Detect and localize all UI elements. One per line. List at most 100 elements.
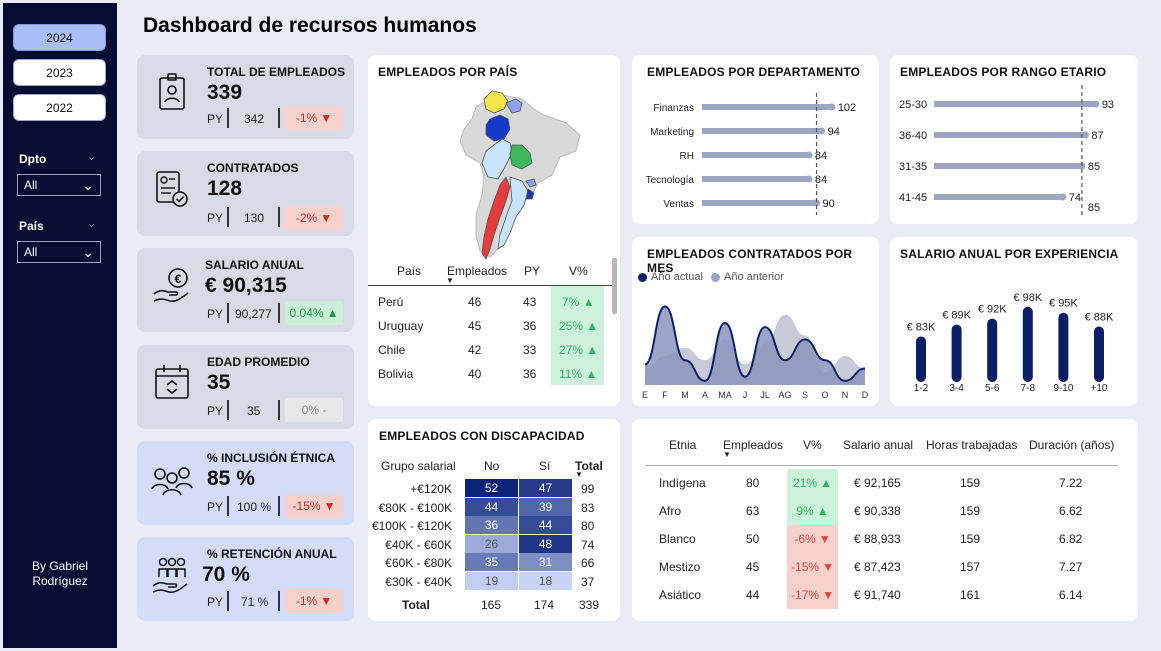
bar[interactable] bbox=[951, 324, 962, 382]
chevron-down-icon: ⌄ bbox=[82, 176, 94, 193]
bar[interactable] bbox=[702, 152, 809, 158]
bar[interactable] bbox=[1022, 306, 1033, 382]
table-row[interactable]: Asiático 44 -17% ▼ € 91,740 161 6.14 bbox=[632, 581, 1132, 609]
bar[interactable] bbox=[934, 194, 1063, 200]
column-header[interactable]: Sí bbox=[539, 459, 550, 473]
table-cell: 159 bbox=[960, 476, 981, 490]
data-label: 87 bbox=[1091, 130, 1103, 142]
data-label: 102 bbox=[838, 102, 856, 114]
kpi-total-employees: TOTAL DE EMPLEADOS 339 PY 342 -1% ▼ bbox=[137, 55, 354, 139]
column-header[interactable]: Grupo salarial bbox=[381, 459, 456, 473]
table-row[interactable]: €30K - €40K 19 18 37 bbox=[368, 571, 612, 590]
heat-cell: 31 bbox=[519, 553, 572, 571]
chevron-down-icon[interactable]: ⌄ bbox=[87, 150, 96, 163]
bar[interactable] bbox=[1094, 326, 1104, 382]
table-row[interactable]: €40K - €60K 26 48 74 bbox=[368, 534, 612, 553]
column-header[interactable]: Duración (años) bbox=[1029, 438, 1114, 452]
table-row[interactable]: Uruguay 45 36 25% ▲ bbox=[368, 313, 612, 335]
tick-label: O bbox=[821, 390, 828, 400]
table-cell: Blanco bbox=[659, 532, 696, 546]
country-select[interactable]: All ⌄ bbox=[17, 241, 101, 263]
dept-select[interactable]: All ⌄ bbox=[17, 174, 101, 196]
column-header[interactable]: V% bbox=[803, 438, 822, 452]
table-cell: 37 bbox=[581, 574, 595, 589]
kpi-value: 85 % bbox=[207, 467, 255, 490]
table-row[interactable]: Mestizo 45 -15% ▼ € 87,423 157 7.27 bbox=[632, 553, 1132, 581]
bar[interactable] bbox=[702, 128, 822, 134]
table-cell: 159 bbox=[960, 532, 981, 546]
sort-desc-icon[interactable]: ▼ bbox=[446, 276, 454, 285]
kpi-py-value: 130 bbox=[244, 211, 265, 225]
column-header[interactable]: PY bbox=[524, 264, 540, 278]
table-row[interactable]: Afro 63 9% ▲ € 90,338 159 6.62 bbox=[632, 497, 1132, 525]
table-row[interactable]: Perú 46 43 7% ▲ bbox=[368, 289, 612, 311]
delta-value: -6% bbox=[794, 532, 816, 546]
year-button-2024[interactable]: 2024 bbox=[13, 24, 106, 51]
kpi-py-label: PY bbox=[207, 211, 224, 225]
table-row[interactable]: Blanco 50 -6% ▼ € 88,933 159 6.82 bbox=[632, 525, 1132, 553]
bar[interactable] bbox=[702, 104, 832, 110]
data-label: € 95K bbox=[1049, 298, 1078, 310]
scrollbar[interactable] bbox=[612, 258, 617, 314]
arrow-up-icon: ▲ bbox=[585, 367, 598, 381]
total-value: 174 bbox=[534, 598, 555, 612]
bar[interactable] bbox=[1058, 312, 1069, 382]
column-header[interactable]: No bbox=[484, 459, 499, 473]
bar[interactable] bbox=[916, 336, 926, 382]
table-cell: 42 bbox=[468, 343, 482, 357]
year-button-2023[interactable]: 2023 bbox=[13, 59, 106, 86]
hand-euro-icon: € bbox=[153, 268, 189, 303]
tick-label: 5-6 bbox=[985, 383, 1000, 394]
tick-label: J bbox=[743, 390, 748, 400]
table-cell: 83 bbox=[581, 500, 595, 515]
bar[interactable] bbox=[702, 176, 809, 182]
kpi-value: 35 bbox=[207, 371, 231, 394]
delta-value: 25% bbox=[559, 319, 584, 333]
table-cell: € 91,740 bbox=[854, 588, 901, 602]
table-row[interactable]: €80K - €100K 44 39 83 bbox=[368, 497, 612, 516]
bar[interactable] bbox=[934, 132, 1086, 138]
table-cell: €40K - €60K bbox=[385, 537, 452, 552]
delta-value: 27% bbox=[559, 343, 584, 357]
sort-desc-icon[interactable]: ▼ bbox=[723, 450, 731, 459]
kpi-title: % RETENCIÓN ANUAL bbox=[207, 547, 337, 561]
year-button-2022[interactable]: 2022 bbox=[13, 94, 106, 121]
table-row[interactable]: Indígena 80 21% ▲ € 92,165 159 7.22 bbox=[632, 469, 1132, 497]
document-check-icon bbox=[156, 171, 188, 207]
table-cell: €60K - €80K bbox=[385, 556, 452, 570]
table-cell: 40 bbox=[468, 367, 482, 381]
column-header[interactable]: Horas trabajadas bbox=[926, 438, 1017, 452]
column-header[interactable]: Salario anual bbox=[843, 438, 913, 452]
table-row[interactable]: Bolivia 40 36 11% ▲ bbox=[368, 361, 612, 383]
arrow-down-icon: ▼ bbox=[320, 111, 333, 125]
table-cell: 99 bbox=[581, 482, 595, 496]
kpi-py-value: 35 bbox=[247, 404, 261, 418]
total-label: Total bbox=[402, 598, 430, 612]
table-row[interactable]: +€120K 52 47 99 bbox=[368, 479, 612, 497]
bar[interactable] bbox=[702, 200, 817, 206]
delta-cell: -6% ▼ bbox=[787, 525, 838, 553]
table-cell: 36 bbox=[523, 319, 537, 333]
sort-desc-icon[interactable]: ▼ bbox=[575, 470, 583, 479]
heat-cell: 44 bbox=[519, 516, 572, 534]
dept-filter-label: Dpto bbox=[19, 152, 47, 166]
kpi-value: 70 % bbox=[202, 563, 250, 586]
table-row[interactable]: Chile 42 33 27% ▲ bbox=[368, 337, 612, 359]
table-row[interactable]: €100K - €120K 36 44 80 bbox=[368, 516, 612, 534]
bar[interactable] bbox=[987, 318, 998, 382]
arrow-down-icon: ▼ bbox=[818, 532, 831, 546]
column-header[interactable]: País bbox=[397, 264, 421, 278]
bar-end-dot bbox=[1081, 131, 1089, 139]
column-header[interactable]: V% bbox=[569, 264, 588, 278]
kpi-annual-salary: € SALARIO ANUAL € 90,315 PY 90,277 0.04%… bbox=[137, 248, 354, 332]
south-america-map[interactable] bbox=[368, 81, 608, 271]
chevron-down-icon[interactable]: ⌄ bbox=[87, 217, 96, 230]
table-cell: 6.82 bbox=[1059, 532, 1083, 546]
column-header[interactable]: Empleados bbox=[447, 264, 507, 278]
column-header[interactable]: Etnia bbox=[669, 438, 696, 452]
column-header[interactable]: Empleados bbox=[723, 438, 783, 452]
divider bbox=[645, 465, 1118, 466]
bar[interactable] bbox=[934, 163, 1082, 169]
table-row[interactable]: €60K - €80K 35 31 66 bbox=[368, 553, 612, 571]
bar[interactable] bbox=[934, 101, 1096, 107]
